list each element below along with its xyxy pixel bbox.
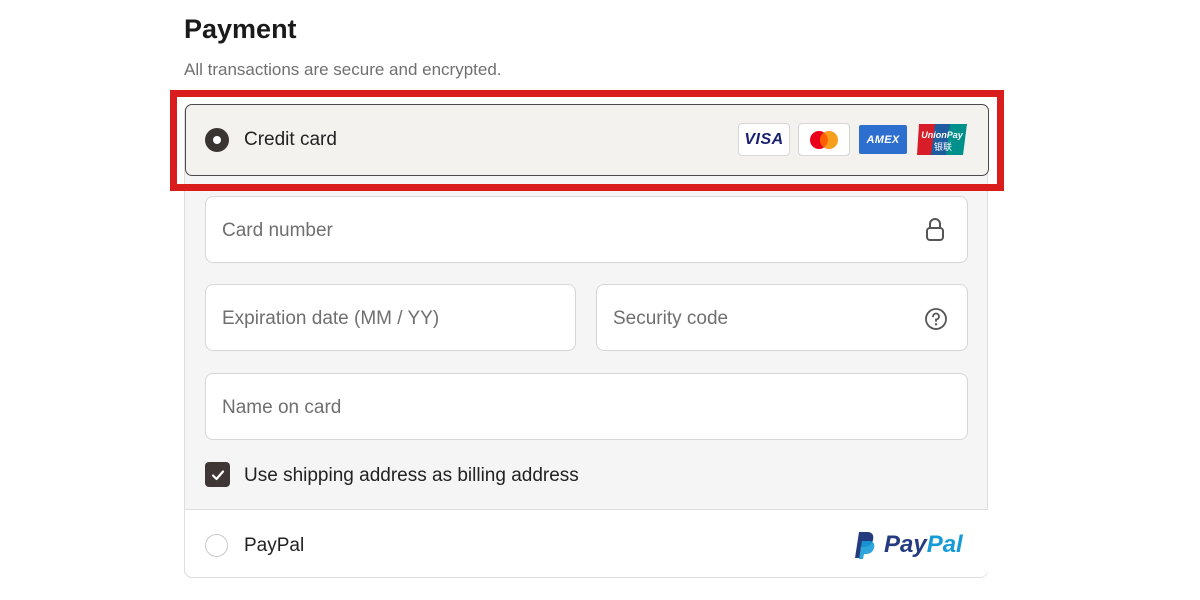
security-code-field[interactable]: Security code [596,284,968,351]
billing-address-label[interactable]: Use shipping address as billing address [244,465,579,487]
paypal-radio[interactable] [205,534,228,557]
help-circle-icon[interactable] [924,307,948,331]
card-number-field[interactable]: Card number [205,196,968,263]
expiration-date-field[interactable]: Expiration date (MM / YY) [205,284,576,351]
paypal-label: PayPal [244,535,305,556]
expiration-placeholder: Expiration date (MM / YY) [222,308,440,329]
security-code-placeholder: Security code [613,308,729,329]
paypal-logo: PayPal [850,529,970,561]
lock-icon [926,218,944,241]
checkmark-icon [211,469,224,480]
payment-subtitle: All transactions are secure and encrypte… [184,60,502,79]
name-on-card-field[interactable]: Name on card [205,373,968,440]
name-on-card-placeholder: Name on card [222,397,342,418]
credit-card-highlight-box [170,90,1004,191]
paypal-logo-pay: Pay [884,531,927,558]
billing-address-checkbox[interactable] [205,462,230,487]
card-number-placeholder: Card number [222,220,333,241]
page-title: Payment [184,14,297,44]
paypal-logo-pal: Pal [926,531,963,558]
paypal-p-icon [855,532,875,559]
